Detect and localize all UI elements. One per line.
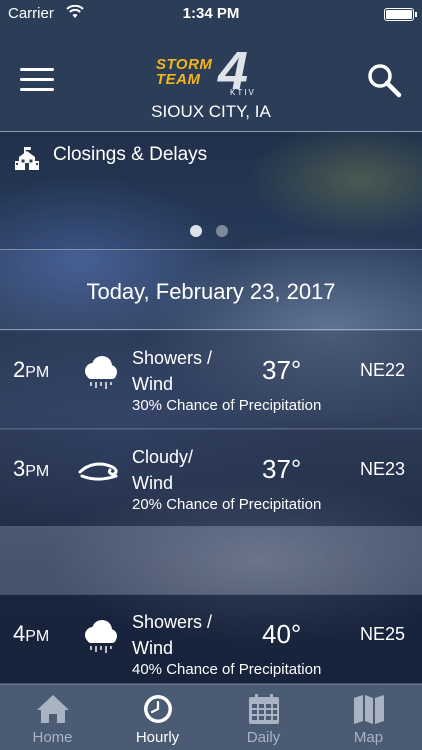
- page-indicator[interactable]: [190, 224, 242, 242]
- hour-label: 4PM: [13, 621, 50, 646]
- closings-label: Closings & Delays: [53, 144, 208, 165]
- battery-icon: [384, 8, 417, 21]
- condition-label: Showers / Wind: [132, 348, 213, 394]
- forecast-date: Today, February 23, 2017: [86, 279, 336, 304]
- tab-label: Daily: [246, 729, 281, 746]
- condition-label: Cloudy/Wind: [132, 447, 194, 493]
- showers-icon: [85, 356, 117, 389]
- search-icon[interactable]: [366, 62, 402, 98]
- page-dot-2[interactable]: [216, 225, 228, 237]
- wind-speed: NE22: [360, 360, 406, 380]
- temperature: 40°: [262, 619, 302, 649]
- condition-label: Showers / Wind: [132, 612, 213, 658]
- clock-icon: [144, 695, 172, 723]
- wind-speed: NE25: [360, 624, 406, 644]
- school-icon: [15, 147, 39, 170]
- page-dot-1[interactable]: [190, 225, 202, 237]
- hour-label: 2PM: [13, 357, 50, 382]
- precipitation-chance: 30% Chance of Precipitation: [132, 397, 322, 414]
- tab-map[interactable]: Map: [316, 685, 421, 750]
- hourly-row[interactable]: 4PM Showers / Wind 40% Chance of Precipit…: [0, 594, 422, 684]
- app-header: 4 STORM TEAM KTIV SIOUX CITY, IA: [0, 28, 422, 132]
- logo-station: KTIV: [230, 88, 256, 97]
- temperature: 37°: [262, 454, 302, 484]
- location-label: SIOUX CITY, IA: [151, 102, 271, 121]
- precipitation-chance: 40% Chance of Precipitation: [132, 661, 322, 678]
- wind-icon: [78, 462, 118, 481]
- tab-home[interactable]: Home: [0, 685, 105, 750]
- tab-label: Map: [353, 729, 384, 746]
- home-icon: [37, 695, 69, 723]
- calendar-icon: [249, 694, 279, 724]
- hourly-row[interactable]: 3PM Cloudy/Wind 20% Chance of Precipitat…: [0, 430, 422, 527]
- hamburger-icon[interactable]: [20, 68, 54, 92]
- logo-line2: TEAM: [156, 71, 201, 88]
- status-time: 1:34 PM: [182, 5, 240, 22]
- showers-icon: [85, 620, 117, 653]
- wind-speed: NE23: [360, 459, 406, 479]
- closings-banner[interactable]: Closings & Delays: [0, 132, 422, 250]
- map-icon: [354, 695, 384, 724]
- tab-bar: Home Hourly Daily Map: [0, 684, 422, 750]
- forecast-date-header: Today, February 23, 2017: [0, 251, 422, 330]
- tab-label: Home: [32, 729, 73, 746]
- hour-label: 3PM: [13, 456, 50, 481]
- tab-label: Hourly: [135, 729, 180, 746]
- tab-daily[interactable]: Daily: [211, 685, 316, 750]
- row-spacer: [0, 527, 422, 594]
- storm-team-4-logo: 4 STORM TEAM KTIV: [150, 41, 270, 101]
- status-bar: Carrier 1:34 PM: [0, 0, 422, 28]
- tab-hourly[interactable]: Hourly: [105, 685, 210, 750]
- temperature: 37°: [262, 355, 302, 385]
- hourly-row[interactable]: 2PM Showers / Wind 30% Chance of Precipit…: [0, 331, 422, 429]
- precipitation-chance: 20% Chance of Precipitation: [132, 496, 322, 513]
